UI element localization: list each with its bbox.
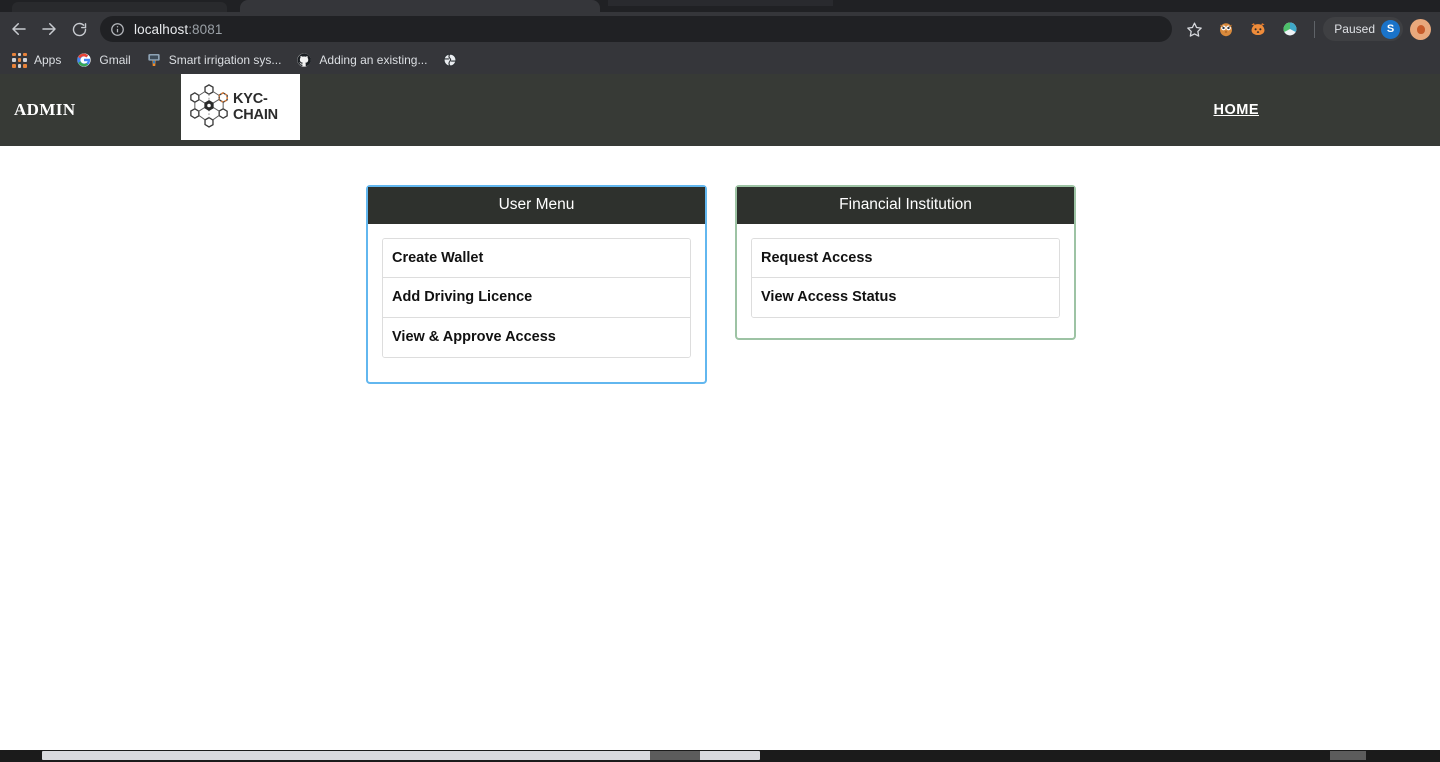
reload-icon [72, 22, 86, 36]
tab-strip [0, 0, 1440, 12]
card-user-menu-title: User Menu [368, 187, 705, 224]
extension-metamask-icon [1283, 22, 1297, 36]
bookmark-smart-irrigation[interactable]: Smart irrigation sys... [141, 49, 290, 71]
favicon-irrigation-icon [148, 54, 160, 66]
user-menu-list: Create Wallet Add Driving Licence View &… [382, 237, 691, 358]
extension-fox-icon [1251, 23, 1265, 35]
bookmark-globe[interactable] [437, 49, 466, 71]
toolbar-right-actions: Paused S [1178, 16, 1434, 42]
financial-institution-list: Request Access View Access Status [751, 237, 1060, 318]
bookmark-gmail-label: Gmail [99, 53, 131, 67]
kyc-chain-logo[interactable]: KYC-CHAIN [181, 74, 300, 140]
github-icon [297, 53, 312, 67]
secondary-profile-avatar[interactable] [1410, 18, 1431, 40]
star-icon [1186, 21, 1202, 37]
cards-container: User Menu Create Wallet Add Driving Lice… [0, 146, 1440, 384]
card-user-menu: User Menu Create Wallet Add Driving Lice… [366, 185, 707, 384]
toolbar-divider [1314, 20, 1316, 38]
card-financial-institution-body: Request Access View Access Status [737, 224, 1074, 338]
profile-glyph-icon [1416, 24, 1425, 34]
kyc-chain-logo-text: KYC-CHAIN [233, 91, 278, 123]
bookmark-gmail[interactable]: Gmail [71, 49, 138, 71]
profile-avatar[interactable]: S [1381, 19, 1400, 39]
bookmark-smart-irrigation-label: Smart irrigation sys... [168, 53, 282, 67]
gmail-icon [77, 53, 92, 67]
active-tab[interactable] [240, 0, 600, 12]
taskbar-sliver-left [650, 751, 700, 760]
extension-owl-icon [1220, 23, 1233, 37]
menu-item-create-wallet[interactable]: Create Wallet [383, 238, 690, 279]
bookmark-star-button[interactable] [1181, 16, 1207, 42]
menu-item-view-access-status[interactable]: View Access Status [752, 278, 1059, 317]
forward-arrow-icon [42, 23, 56, 35]
extension-fox-button[interactable] [1245, 16, 1271, 42]
forward-button[interactable] [35, 15, 63, 43]
nav-link-home[interactable]: HOME [1214, 102, 1260, 118]
bookmark-apps[interactable]: Apps [7, 49, 69, 71]
extension-metamask-button[interactable] [1277, 16, 1303, 42]
apps-grid-icon [12, 52, 27, 68]
taskbar-sliver-right [1330, 751, 1366, 760]
site-info-icon[interactable] [110, 22, 125, 37]
card-user-menu-body: Create Wallet Add Driving Licence View &… [368, 224, 705, 382]
navbar-brand-admin: ADMIN [14, 100, 76, 119]
site-navbar: ADMIN KYC-CHAIN HOME [0, 74, 1440, 146]
bookmark-adding-existing-label: Adding an existing... [319, 53, 428, 67]
web-page-viewport: ADMIN KYC-CHAIN HOME User Menu Create Wa… [0, 74, 1440, 762]
bookmark-apps-label: Apps [34, 53, 62, 67]
reload-button[interactable] [65, 15, 93, 43]
menu-item-request-access[interactable]: Request Access [752, 238, 1059, 279]
tab-strip-overflow [608, 0, 833, 6]
address-bar-text: localhost:8081 [134, 22, 222, 37]
back-arrow-icon [12, 23, 26, 35]
back-button[interactable] [5, 15, 33, 43]
bookmarks-bar: Apps Gmail Smart irrigation sys... Addin… [0, 46, 1440, 74]
url-host: localhost [134, 21, 189, 37]
card-financial-institution: Financial Institution Request Access Vie… [735, 185, 1076, 340]
card-financial-institution-title: Financial Institution [737, 187, 1074, 224]
browser-chrome: localhost:8081 Paused S Apps Gmail Smart… [0, 0, 1440, 74]
profile-paused-chip[interactable]: Paused S [1323, 17, 1403, 41]
extension-owl-button[interactable] [1213, 16, 1239, 42]
bookmark-adding-existing[interactable]: Adding an existing... [291, 49, 435, 71]
globe-icon [443, 53, 458, 67]
address-bar[interactable]: localhost:8081 [100, 16, 1173, 42]
menu-item-add-driving-licence[interactable]: Add Driving Licence [383, 278, 690, 318]
url-port: :8081 [188, 21, 223, 37]
horizontal-scrollbar[interactable] [0, 750, 1440, 762]
sync-paused-label: Paused [1334, 22, 1375, 36]
background-tab[interactable] [12, 2, 227, 12]
menu-item-view-approve-access[interactable]: View & Approve Access [383, 317, 690, 357]
browser-toolbar: localhost:8081 Paused S [0, 12, 1440, 46]
blockchain-lattice-icon [190, 84, 228, 128]
